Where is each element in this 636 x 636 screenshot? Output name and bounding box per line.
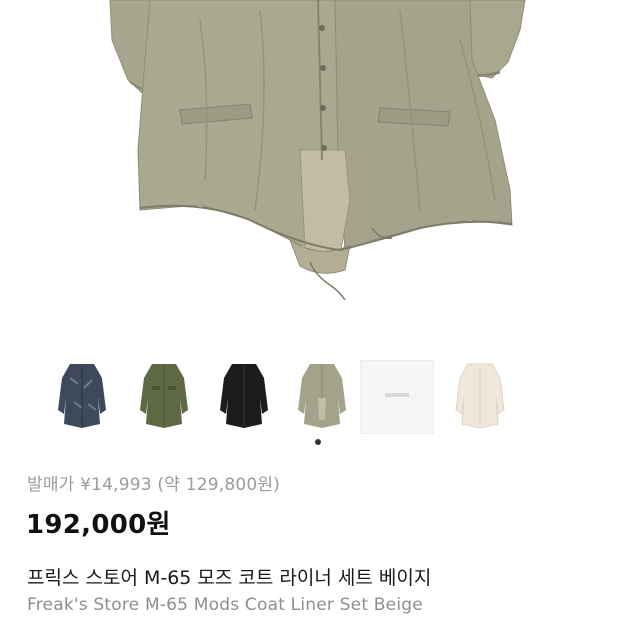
- release-price-label: 발매가 ¥14,993 (약 129,800원): [27, 475, 281, 495]
- packaging-card-thumbnail: [385, 393, 409, 397]
- beige-coat-main-illustration: [109, 0, 526, 301]
- product-main-image[interactable]: [0, 0, 636, 330]
- product-title-korean: 프릭스 스토어 M-65 모즈 코트 라이너 세트 베이지: [27, 567, 432, 589]
- thumbnail-beige-coat[interactable]: [292, 358, 352, 436]
- product-title-english: Freak's Store M-65 Mods Coat Liner Set B…: [27, 595, 423, 615]
- thumbnail-navy-camo-coat[interactable]: [52, 358, 112, 436]
- black-coat-thumbnail: [220, 364, 268, 428]
- ivory-coat-thumbnail: [455, 363, 505, 429]
- product-detail-page: 발매가 ¥14,993 (약 129,800원) 192,000원 프릭스 스토…: [0, 0, 636, 636]
- sale-price: 192,000원: [26, 510, 171, 540]
- thumbnail-black-coat[interactable]: [214, 358, 274, 436]
- thumbnail-strip: [52, 358, 592, 438]
- active-image-indicator-dot: [315, 439, 321, 445]
- thumbnail-olive-coat[interactable]: [134, 358, 194, 436]
- navy-camo-coat-thumbnail: [58, 364, 106, 428]
- olive-coat-thumbnail: [140, 364, 188, 428]
- beige-coat-thumbnail: [298, 364, 346, 428]
- thumbnail-ivory-coat[interactable]: [450, 358, 510, 436]
- thumbnail-packaging-card[interactable]: [360, 360, 434, 434]
